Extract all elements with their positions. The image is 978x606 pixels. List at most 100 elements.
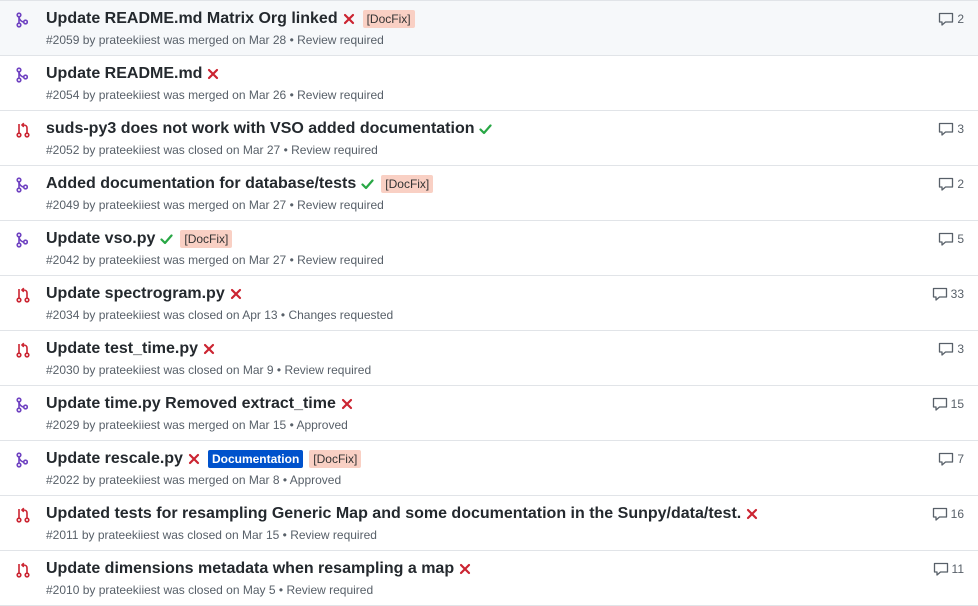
pull-request-number[interactable]: #2059: [46, 33, 79, 47]
author-name[interactable]: prateekiiest: [99, 88, 160, 102]
pull-request-title[interactable]: Update test_time.py: [46, 340, 198, 358]
x-icon[interactable]: [230, 287, 244, 301]
x-icon[interactable]: [746, 507, 760, 521]
pull-request-number[interactable]: #2022: [46, 473, 79, 487]
author-name[interactable]: prateekiiest: [98, 528, 159, 542]
git-merge-icon: [16, 67, 30, 83]
pull-request-meta: #2030 by prateekiiest was closed on Mar …: [46, 363, 371, 377]
pull-request-title[interactable]: Added documentation for database/tests: [46, 175, 356, 193]
review-status[interactable]: Review required: [291, 143, 378, 157]
comments-link[interactable]: 5: [938, 232, 964, 246]
x-icon[interactable]: [203, 342, 217, 356]
pull-request-number[interactable]: #2029: [46, 418, 79, 432]
comments-link[interactable]: 16: [932, 507, 964, 521]
pull-request-title[interactable]: Update vso.py: [46, 230, 155, 248]
pull-request-title[interactable]: Update time.py Removed extract_time: [46, 395, 336, 413]
check-icon[interactable]: [160, 232, 174, 246]
comments-link[interactable]: 33: [932, 287, 964, 301]
comments-link[interactable]: 15: [932, 397, 964, 411]
pull-request-number[interactable]: #2049: [46, 198, 79, 212]
meta-date: Mar 28: [248, 33, 287, 47]
git-pull-request-closed-icon: [16, 562, 30, 578]
meta-by: by: [81, 528, 95, 542]
review-status[interactable]: Review required: [297, 33, 384, 47]
pull-request-row: Update vso.py [DocFix] #2042 by prateeki…: [0, 221, 978, 276]
author-name[interactable]: prateekiiest: [99, 418, 160, 432]
meta-separator: •: [276, 363, 282, 377]
comment-count: 2: [957, 177, 964, 191]
author-name[interactable]: prateekiiest: [99, 143, 160, 157]
x-icon[interactable]: [188, 452, 202, 466]
pull-request-title[interactable]: Updated tests for resampling Generic Map…: [46, 505, 741, 523]
meta-date: Mar 27: [248, 198, 287, 212]
author-name[interactable]: prateekiiest: [99, 33, 160, 47]
pull-request-row: Update test_time.py #2030 by prateekiies…: [0, 331, 978, 386]
meta-separator: •: [289, 198, 294, 212]
pull-request-number[interactable]: #2030: [46, 363, 79, 377]
pull-request-meta: #2052 by prateekiiest was closed on Mar …: [46, 143, 378, 157]
label-docfix[interactable]: [DocFix]: [362, 10, 415, 28]
pull-request-number[interactable]: #2052: [46, 143, 79, 157]
pull-request-row: Update README.md #2054 by prateekiiest w…: [0, 56, 978, 111]
meta-date: Mar 9: [242, 363, 274, 377]
author-name[interactable]: prateekiiest: [99, 253, 160, 267]
pull-request-title[interactable]: Update rescale.py: [46, 450, 183, 468]
review-status[interactable]: Review required: [290, 528, 377, 542]
comments-link[interactable]: 2: [938, 12, 964, 26]
pull-request-number[interactable]: #2010: [46, 583, 79, 597]
git-merge-icon: [16, 232, 30, 248]
x-icon[interactable]: [341, 397, 355, 411]
review-status[interactable]: Review required: [297, 88, 384, 102]
pull-request-title[interactable]: Update README.md Matrix Org linked: [46, 10, 338, 28]
x-icon[interactable]: [459, 562, 473, 576]
pull-request-title[interactable]: suds-py3 does not work with VSO added do…: [46, 120, 474, 138]
pull-request-row: Updated tests for resampling Generic Map…: [0, 496, 978, 551]
title-line: Added documentation for database/tests […: [46, 173, 898, 195]
comments-link[interactable]: 11: [933, 562, 964, 576]
labels: [DocFix]: [174, 230, 233, 248]
review-status[interactable]: Approved: [296, 418, 347, 432]
comments-link[interactable]: 2: [938, 177, 964, 191]
title-line: Update README.md: [46, 63, 898, 85]
author-name[interactable]: prateekiiest: [99, 308, 160, 322]
pull-request-number[interactable]: #2034: [46, 308, 79, 322]
label-docfix[interactable]: [DocFix]: [180, 230, 233, 248]
pull-request-title[interactable]: Update dimensions metadata when resampli…: [46, 560, 454, 578]
author-name[interactable]: prateekiiest: [99, 583, 160, 597]
comment-count: 33: [950, 287, 964, 301]
author-name[interactable]: prateekiiest: [99, 198, 160, 212]
label-documentation[interactable]: Documentation: [207, 450, 304, 468]
review-status[interactable]: Review required: [284, 363, 371, 377]
pull-request-row: Update README.md Matrix Org linked [DocF…: [0, 1, 978, 56]
pull-request-meta: #2054 by prateekiiest was merged on Mar …: [46, 88, 384, 102]
pull-request-number[interactable]: #2042: [46, 253, 79, 267]
pull-request-number[interactable]: #2011: [46, 528, 78, 542]
comment-count: 7: [957, 452, 964, 466]
comments-link[interactable]: 7: [938, 452, 964, 466]
author-name[interactable]: prateekiiest: [99, 363, 160, 377]
review-status[interactable]: Review required: [297, 198, 384, 212]
x-icon[interactable]: [343, 12, 357, 26]
review-status[interactable]: Review required: [286, 583, 373, 597]
review-status[interactable]: Approved: [290, 473, 341, 487]
title-line: suds-py3 does not work with VSO added do…: [46, 118, 898, 140]
check-icon[interactable]: [361, 177, 375, 191]
author-name[interactable]: prateekiiest: [99, 473, 160, 487]
comment-icon: [938, 232, 957, 246]
pull-request-meta: #2049 by prateekiiest was merged on Mar …: [46, 198, 384, 212]
meta-separator: •: [282, 473, 288, 487]
review-status[interactable]: Review required: [297, 253, 384, 267]
comments-link[interactable]: 3: [938, 342, 964, 356]
x-icon[interactable]: [207, 67, 221, 81]
review-status[interactable]: Changes requested: [288, 308, 393, 322]
title-line: Update README.md Matrix Org linked [DocF…: [46, 8, 898, 30]
pull-request-number[interactable]: #2054: [46, 88, 79, 102]
meta-separator: •: [289, 88, 294, 102]
meta-separator: •: [289, 33, 294, 47]
comments-link[interactable]: 3: [938, 122, 964, 136]
pull-request-title[interactable]: Update spectrogram.py: [46, 285, 225, 303]
label-docfix[interactable]: [DocFix]: [309, 450, 362, 468]
label-docfix[interactable]: [DocFix]: [381, 175, 434, 193]
check-icon[interactable]: [479, 122, 493, 136]
pull-request-title[interactable]: Update README.md: [46, 65, 202, 83]
